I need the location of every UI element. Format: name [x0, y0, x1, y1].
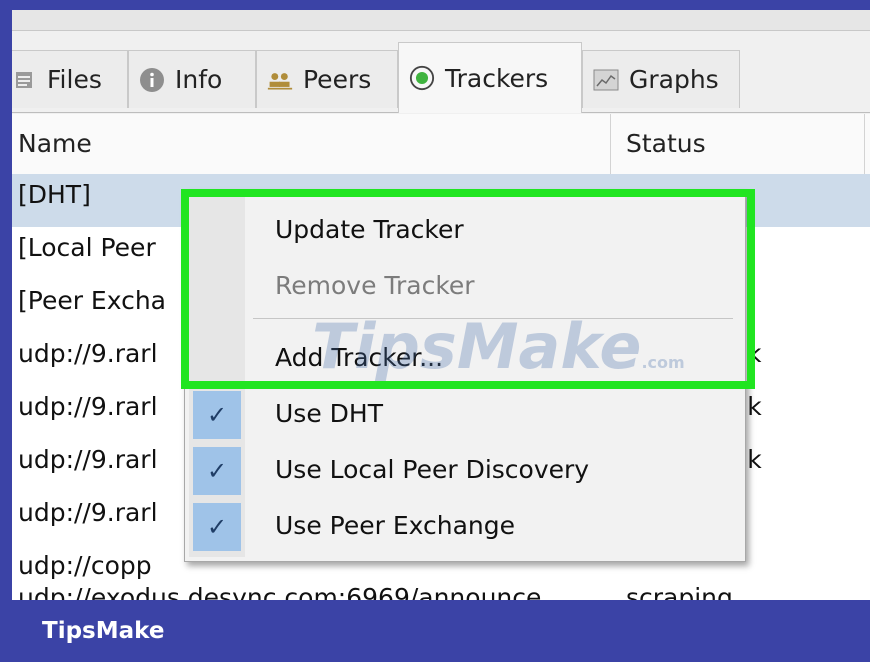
info-icon	[139, 67, 165, 93]
tracker-name: udp://9.rarl	[18, 445, 158, 474]
tracker-status: scraping	[626, 583, 733, 600]
table-row[interactable]: udp://exodus.desync.com:6969/announce sc…	[12, 577, 870, 600]
tracker-name: udp://exodus.desync.com:6969/announce	[18, 583, 542, 600]
tracker-name: [Local Peer	[18, 233, 156, 262]
files-icon	[12, 67, 37, 93]
tracker-name: udp://9.rarl	[18, 392, 158, 421]
tab-trackers[interactable]: Trackers	[398, 42, 582, 113]
footer-bar: TipsMake	[0, 600, 870, 662]
tracker-name: udp://9.rarl	[18, 339, 158, 368]
menu-item-use-dht[interactable]: Use DHT	[275, 399, 383, 428]
column-header-status[interactable]: Status	[626, 114, 706, 174]
tab-label: Graphs	[629, 65, 719, 94]
menu-item-use-local-peer-discovery[interactable]: Use Local Peer Discovery	[275, 455, 589, 484]
tab-graphs[interactable]: Graphs	[582, 50, 740, 108]
column-divider	[864, 114, 865, 174]
watermark-domain: .com	[641, 353, 685, 372]
toolbar-strip	[12, 10, 870, 31]
tab-label: Files	[47, 65, 102, 94]
check-icon: ✓	[193, 447, 241, 495]
check-icon: ✓	[193, 391, 241, 439]
tab-peers[interactable]: Peers	[256, 50, 398, 108]
brand-logo: TipsMake	[42, 618, 165, 644]
tab-bar: Files Info Peers Trackers Graphs	[12, 40, 870, 113]
tab-label: Info	[175, 65, 223, 94]
trackers-icon	[409, 65, 435, 91]
tab-label: Peers	[303, 65, 372, 94]
menu-item-use-peer-exchange[interactable]: Use Peer Exchange	[275, 511, 515, 540]
column-divider	[610, 114, 611, 174]
table-header: Name Status	[12, 114, 870, 175]
tab-files[interactable]: Files	[12, 50, 128, 108]
peers-icon	[267, 67, 293, 93]
graphs-icon	[593, 67, 619, 93]
tab-info[interactable]: Info	[128, 50, 256, 108]
tracker-name: udp://copp	[18, 551, 152, 580]
tab-label: Trackers	[445, 63, 549, 93]
check-icon: ✓	[193, 503, 241, 551]
tracker-name: udp://9.rarl	[18, 498, 158, 527]
watermark-text: TipsMake	[312, 310, 642, 383]
trackers-window: Files Info Peers Trackers Graphs Name St…	[12, 10, 870, 600]
tracker-name: [Peer Excha	[18, 286, 166, 315]
tracker-name: [DHT]	[18, 180, 91, 209]
column-header-name[interactable]: Name	[18, 114, 92, 174]
watermark: TipsMake.com	[312, 310, 685, 383]
